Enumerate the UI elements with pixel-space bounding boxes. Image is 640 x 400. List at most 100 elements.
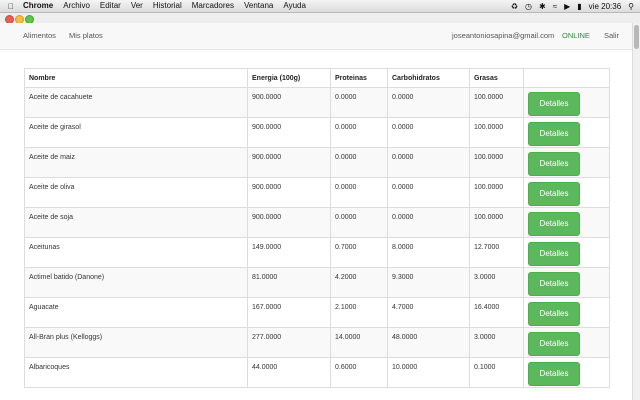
cell-carbohidratos: 4.7000 <box>387 297 470 328</box>
nav-alimentos[interactable]: Alimentos <box>23 23 56 49</box>
cell-proteinas: 0.7000 <box>330 237 388 268</box>
header-energia[interactable]: Energia (100g) <box>247 68 331 88</box>
cell-energia: 149.0000 <box>247 237 331 268</box>
cell-proteinas: 0.0000 <box>330 207 388 238</box>
apple-menu-icon[interactable]:  <box>4 2 18 11</box>
cell-grasas: 3.0000 <box>469 327 524 358</box>
table-row: Aceite de cacahuete 900.0000 0.0000 0.0000 1… <box>24 87 610 118</box>
cell-proteinas: 0.0000 <box>330 147 388 178</box>
page-scrollbar[interactable] <box>632 23 640 400</box>
header-nombre[interactable]: Nombre <box>24 68 248 88</box>
nav-mis-platos[interactable]: Mis platos <box>69 23 103 49</box>
scrollbar-thumb[interactable] <box>634 25 639 49</box>
sync-icon[interactable]: ♻ <box>511 2 518 11</box>
cell-actions: Detalles <box>523 147 610 178</box>
cell-nombre: Aguacate <box>24 297 248 328</box>
cell-energia: 900.0000 <box>247 147 331 178</box>
menu-historial[interactable]: Historial <box>148 0 187 12</box>
cell-nombre: Aceitunas <box>24 237 248 268</box>
table-row: Aceite de oliva 900.0000 0.0000 0.0000 100.0… <box>24 177 610 208</box>
cell-proteinas: 0.0000 <box>330 87 388 118</box>
cell-actions: Detalles <box>523 357 610 388</box>
cell-actions: Detalles <box>523 237 610 268</box>
cell-proteinas: 4.2000 <box>330 267 388 298</box>
volume-icon[interactable]: ▶ <box>564 2 570 11</box>
bluetooth-icon[interactable]: ✱ <box>539 2 546 11</box>
spotlight-search-icon[interactable]: ⚲ <box>628 2 634 11</box>
battery-icon[interactable]: ▮ <box>577 2 581 11</box>
details-button[interactable]: Detalles <box>528 362 580 386</box>
menu-ventana[interactable]: Ventana <box>239 0 278 12</box>
cell-actions: Detalles <box>523 207 610 238</box>
details-button[interactable]: Detalles <box>528 302 580 326</box>
menu-ver[interactable]: Ver <box>126 0 148 12</box>
cell-actions: Detalles <box>523 117 610 148</box>
menu-archivo[interactable]: Archivo <box>58 0 95 12</box>
nav-user-email[interactable]: joseantoniosapina@gmail.com <box>452 23 554 49</box>
cell-carbohidratos: 9.3000 <box>387 267 470 298</box>
macos-menu-bar:  Chrome Archivo Editar Ver Historial Ma… <box>0 0 640 13</box>
header-actions <box>523 68 610 88</box>
cell-proteinas: 0.0000 <box>330 177 388 208</box>
cell-energia: 900.0000 <box>247 87 331 118</box>
cell-grasas: 12.7000 <box>469 237 524 268</box>
table-row: All-Bran plus (Kelloggs) 277.0000 14.0000 4… <box>24 327 610 358</box>
cell-actions: Detalles <box>523 87 610 118</box>
cell-actions: Detalles <box>523 177 610 208</box>
table-row: Actimel batido (Danone) 81.0000 4.2000 9.30… <box>24 267 610 298</box>
cell-carbohidratos: 0.0000 <box>387 117 470 148</box>
cell-energia: 900.0000 <box>247 177 331 208</box>
cell-proteinas: 2.1000 <box>330 297 388 328</box>
menu-editar[interactable]: Editar <box>95 0 126 12</box>
cell-carbohidratos: 0.0000 <box>387 147 470 178</box>
details-button[interactable]: Detalles <box>528 92 580 116</box>
window-titlebar <box>0 13 640 24</box>
cell-grasas: 100.0000 <box>469 177 524 208</box>
nav-logout[interactable]: Salir <box>604 23 619 49</box>
cell-grasas: 100.0000 <box>469 87 524 118</box>
details-button[interactable]: Detalles <box>528 272 580 296</box>
cell-actions: Detalles <box>523 267 610 298</box>
details-button[interactable]: Detalles <box>528 182 580 206</box>
time-machine-icon[interactable]: ◷ <box>525 2 532 11</box>
details-button[interactable]: Detalles <box>528 332 580 356</box>
app-navbar: Alimentos Mis platos joseantoniosapina@g… <box>0 23 632 50</box>
cell-actions: Detalles <box>523 327 610 358</box>
header-carbohidratos[interactable]: Carbohidratos <box>387 68 470 88</box>
menu-chrome[interactable]: Chrome <box>18 0 58 12</box>
cell-carbohidratos: 8.0000 <box>387 237 470 268</box>
cell-nombre: All-Bran plus (Kelloggs) <box>24 327 248 358</box>
details-button[interactable]: Detalles <box>528 242 580 266</box>
cell-nombre: Aceite de oliva <box>24 177 248 208</box>
menu-clock[interactable]: vie 20:36 <box>589 2 621 11</box>
cell-nombre: Albaricoques <box>24 357 248 388</box>
wifi-icon[interactable]: ≈ <box>553 2 557 11</box>
cell-carbohidratos: 0.0000 <box>387 177 470 208</box>
cell-energia: 277.0000 <box>247 327 331 358</box>
menu-ayuda[interactable]: Ayuda <box>278 0 311 12</box>
header-grasas[interactable]: Grasas <box>469 68 524 88</box>
cell-energia: 81.0000 <box>247 267 331 298</box>
header-proteinas[interactable]: Proteinas <box>330 68 388 88</box>
cell-carbohidratos: 48.0000 <box>387 327 470 358</box>
cell-nombre: Aceite de maiz <box>24 147 248 178</box>
cell-grasas: 0.1000 <box>469 357 524 388</box>
table-header-row: Nombre Energia (100g) Proteinas Carbohid… <box>24 68 610 88</box>
cell-grasas: 100.0000 <box>469 207 524 238</box>
menu-marcadores[interactable]: Marcadores <box>187 0 239 12</box>
details-button[interactable]: Detalles <box>528 152 580 176</box>
cell-carbohidratos: 0.0000 <box>387 87 470 118</box>
nav-online-status: ONLINE <box>562 31 590 40</box>
cell-energia: 900.0000 <box>247 207 331 238</box>
foods-table-container: Nombre Energia (100g) Proteinas Carbohid… <box>24 68 610 388</box>
details-button[interactable]: Detalles <box>528 212 580 236</box>
details-button[interactable]: Detalles <box>528 122 580 146</box>
table-row: Aceite de maiz 900.0000 0.0000 0.0000 100.00… <box>24 147 610 178</box>
cell-energia: 900.0000 <box>247 117 331 148</box>
cell-grasas: 100.0000 <box>469 117 524 148</box>
table-row: Aceite de girasol 900.0000 0.0000 0.0000 100… <box>24 117 610 148</box>
table-row: Aceite de soja 900.0000 0.0000 0.0000 100.00… <box>24 207 610 238</box>
table-row: Aceitunas 149.0000 0.7000 8.0000 12.7000 Deta… <box>24 237 610 268</box>
foods-table: Nombre Energia (100g) Proteinas Carbohid… <box>24 68 610 388</box>
cell-nombre: Aceite de soja <box>24 207 248 238</box>
